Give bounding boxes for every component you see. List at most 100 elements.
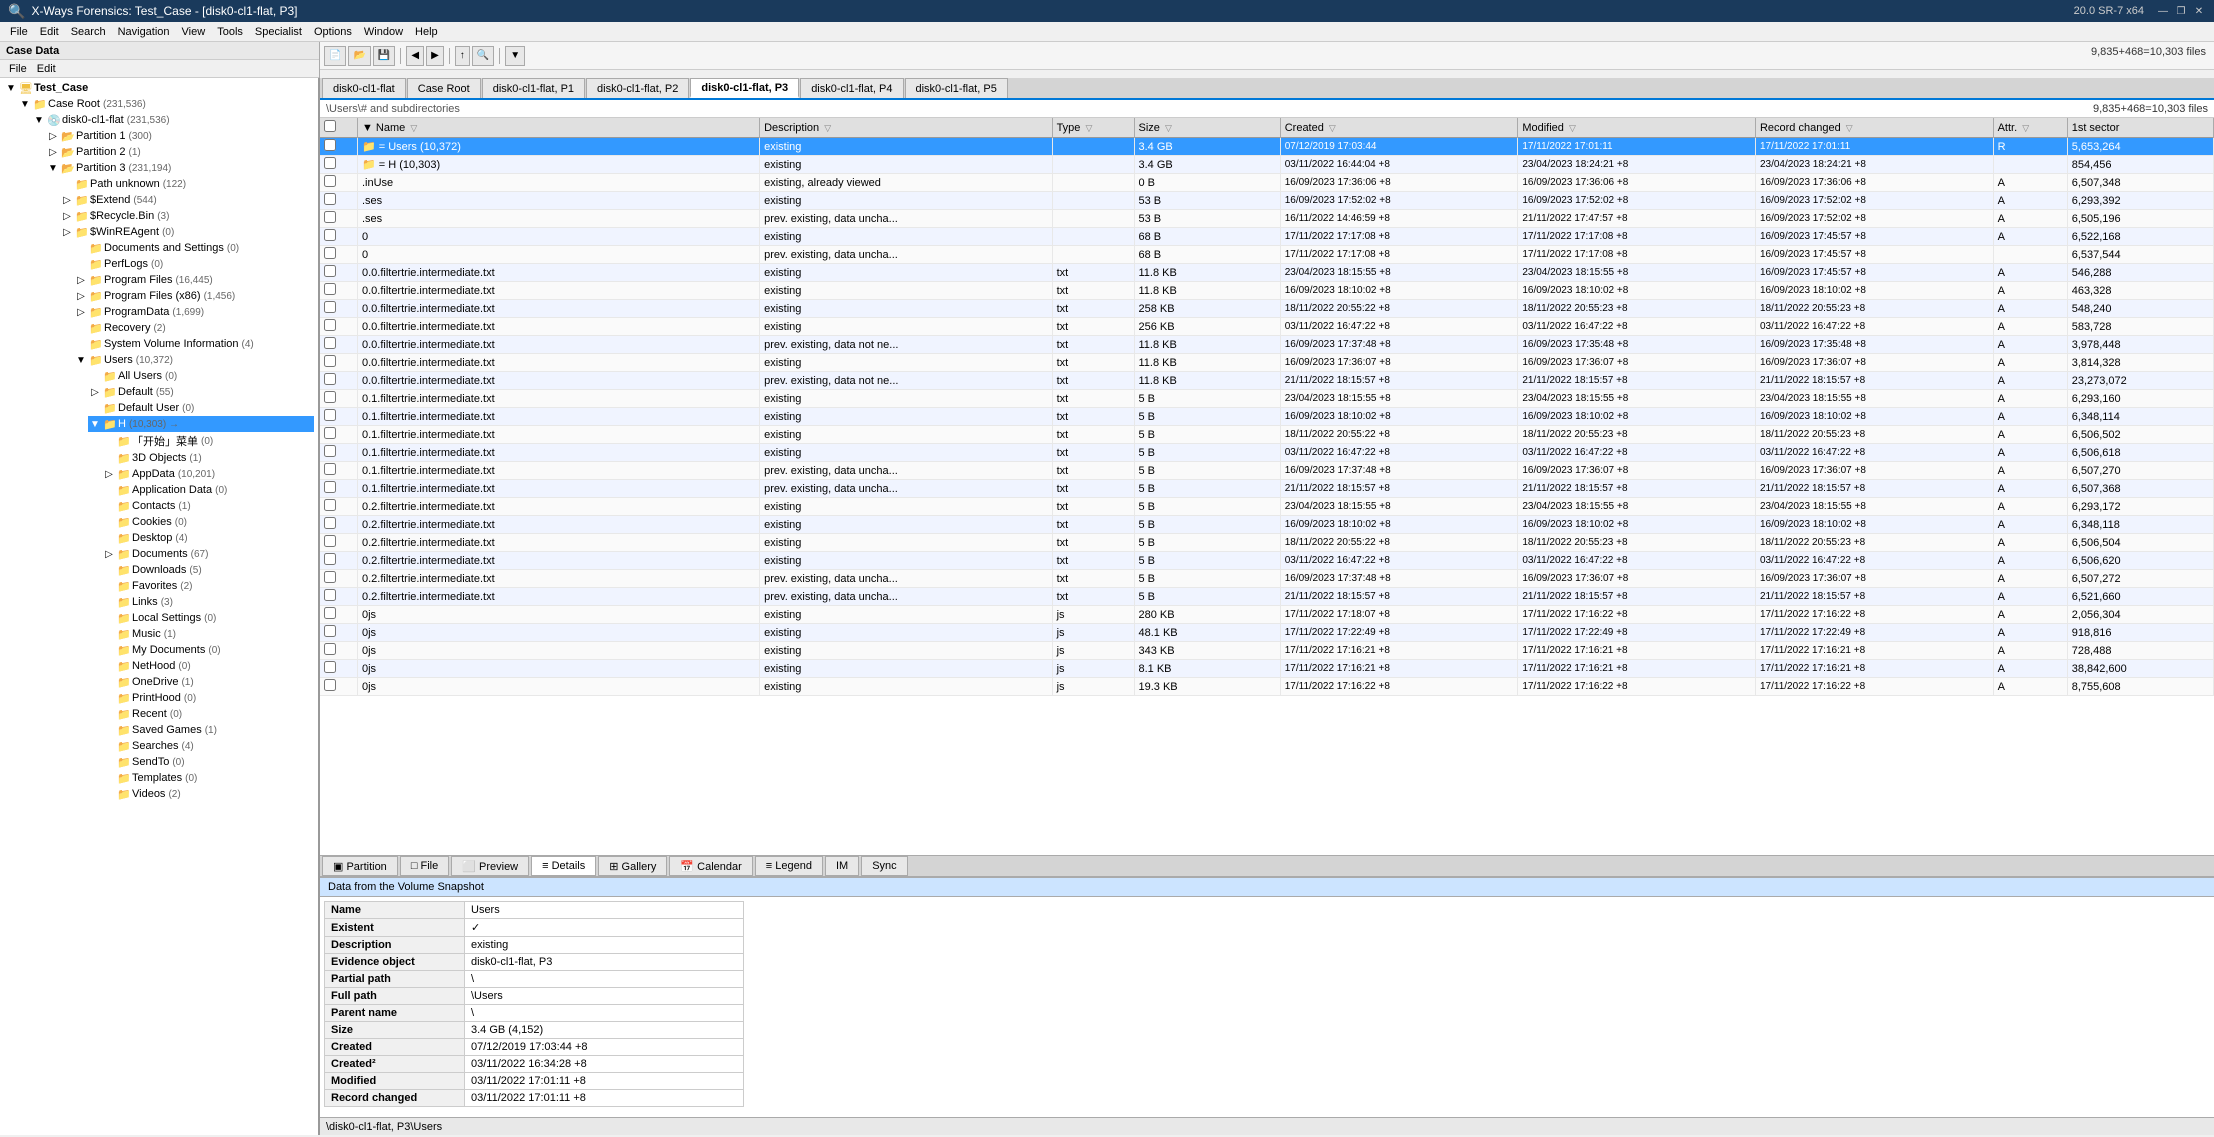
toolbar-save[interactable]: 💾 — [373, 46, 395, 66]
tree-toggle-p3[interactable]: ▼ — [46, 163, 60, 174]
col-attr[interactable]: Attr. ▽ — [1993, 118, 2067, 138]
row-check[interactable] — [320, 426, 357, 444]
tree-case-root[interactable]: ▼ 📁 Case Root (231,536) — [18, 96, 314, 112]
row-check[interactable] — [320, 606, 357, 624]
tree-saved-games[interactable]: 📁 Saved Games (1) — [102, 722, 314, 738]
table-row[interactable]: 0.0.filtertrie.intermediate.txt existing… — [320, 264, 2214, 282]
bottom-tab-details[interactable]: ≡ Details — [531, 856, 596, 876]
tree-recent[interactable]: 📁 Recent (0) — [102, 706, 314, 722]
row-check[interactable] — [320, 156, 357, 174]
menu-options[interactable]: Options — [308, 24, 358, 40]
row-check[interactable] — [320, 498, 357, 516]
row-check[interactable] — [320, 264, 357, 282]
sub-menu-file[interactable]: File — [4, 62, 32, 76]
row-check[interactable] — [320, 336, 357, 354]
window-controls[interactable]: — ❐ ✕ — [2156, 4, 2206, 18]
tree-default[interactable]: ▷ 📁 Default (55) — [88, 384, 314, 400]
tab-p4[interactable]: disk0-cl1-flat, P4 — [800, 78, 903, 98]
row-check[interactable] — [320, 624, 357, 642]
table-row[interactable]: 0.0.filtertrie.intermediate.txt existing… — [320, 318, 2214, 336]
tree-templates[interactable]: 📁 Templates (0) — [102, 770, 314, 786]
tree-toggle-default[interactable]: ▷ — [88, 387, 102, 398]
tree-default-user[interactable]: 📁 Default User (0) — [88, 400, 314, 416]
sub-menu-edit[interactable]: Edit — [32, 62, 61, 76]
menu-specialist[interactable]: Specialist — [249, 24, 308, 40]
tree-extend[interactable]: ▷ 📁 $Extend (544) — [60, 192, 314, 208]
tree-contacts[interactable]: 📁 Contacts (1) — [102, 498, 314, 514]
table-row[interactable]: 0.2.filtertrie.intermediate.txt existing… — [320, 498, 2214, 516]
file-list-area[interactable]: ▼ Name ▽ Description ▽ Type ▽ Size ▽ Cre… — [320, 118, 2214, 855]
toolbar-filter[interactable]: ▼ — [505, 46, 525, 66]
col-sector[interactable]: 1st sector — [2067, 118, 2213, 138]
bottom-tab-calendar[interactable]: 📅 Calendar — [669, 856, 752, 876]
col-check[interactable] — [320, 118, 357, 138]
tree-searches[interactable]: 📁 Searches (4) — [102, 738, 314, 754]
tree-programdata[interactable]: ▷ 📁 ProgramData (1,699) — [74, 304, 314, 320]
row-check[interactable] — [320, 642, 357, 660]
row-check[interactable] — [320, 552, 357, 570]
tree-users[interactable]: ▼ 📁 Users (10,372) — [74, 352, 314, 368]
row-check[interactable] — [320, 678, 357, 696]
tree-appdata[interactable]: ▷ 📁 AppData (10,201) — [102, 466, 314, 482]
table-row[interactable]: 0.2.filtertrie.intermediate.txt existing… — [320, 534, 2214, 552]
tree-desktop[interactable]: 📁 Desktop (4) — [102, 530, 314, 546]
tree-path-unknown[interactable]: 📁 Path unknown (122) — [60, 176, 314, 192]
tree-partition2[interactable]: ▷ 📂 Partition 2 (1) — [46, 144, 314, 160]
bottom-tab-legend[interactable]: ≡ Legend — [755, 856, 823, 876]
toolbar-new[interactable]: 📄 — [324, 46, 346, 66]
row-check[interactable] — [320, 390, 357, 408]
tree-partition1[interactable]: ▷ 📂 Partition 1 (300) — [46, 128, 314, 144]
tree-toggle-p2[interactable]: ▷ — [46, 147, 60, 158]
tab-p3[interactable]: disk0-cl1-flat, P3 — [690, 78, 799, 98]
row-check[interactable] — [320, 210, 357, 228]
table-row[interactable]: 0.1.filtertrie.intermediate.txt prev. ex… — [320, 462, 2214, 480]
row-check[interactable] — [320, 246, 357, 264]
tree-toggle-recycle[interactable]: ▷ — [60, 211, 74, 222]
tree-toggle-documents[interactable]: ▷ — [102, 549, 116, 560]
row-check[interactable] — [320, 318, 357, 336]
toolbar-open[interactable]: 📂 — [348, 46, 370, 66]
tree-program-files[interactable]: ▷ 📁 Program Files (16,445) — [74, 272, 314, 288]
toolbar-up[interactable]: ↑ — [455, 46, 470, 66]
tree-toggle-appdata[interactable]: ▷ — [102, 469, 116, 480]
tree-local-settings[interactable]: 📁 Local Settings (0) — [102, 610, 314, 626]
tree-winre[interactable]: ▷ 📁 $WinREAgent (0) — [60, 224, 314, 240]
table-row[interactable]: 0.2.filtertrie.intermediate.txt existing… — [320, 516, 2214, 534]
tree-start-menu[interactable]: 📁 「开始」菜单 (0) — [102, 432, 314, 450]
col-record-changed[interactable]: Record changed ▽ — [1755, 118, 1993, 138]
menu-file[interactable]: File — [4, 24, 34, 40]
row-check[interactable] — [320, 192, 357, 210]
row-check[interactable] — [320, 534, 357, 552]
menu-edit[interactable]: Edit — [34, 24, 65, 40]
toolbar-back[interactable]: ◀ — [406, 46, 424, 66]
table-row[interactable]: 0 prev. existing, data uncha... 68 B 17/… — [320, 246, 2214, 264]
tree-toggle-p1[interactable]: ▷ — [46, 131, 60, 142]
table-row[interactable]: 0.2.filtertrie.intermediate.txt existing… — [320, 552, 2214, 570]
row-check[interactable] — [320, 372, 357, 390]
tree-h-user[interactable]: ▼ 📁 H (10,303) → — [88, 416, 314, 432]
table-row[interactable]: 📁 = Users (10,372) existing 3.4 GB 07/12… — [320, 138, 2214, 156]
row-check[interactable] — [320, 138, 357, 156]
tree-disk[interactable]: ▼ 💿 disk0-cl1-flat (231,536) — [32, 112, 314, 128]
tree-app-data[interactable]: 📁 Application Data (0) — [102, 482, 314, 498]
row-check[interactable] — [320, 354, 357, 372]
bottom-tab-file[interactable]: □ File — [400, 856, 449, 876]
tree-my-docs[interactable]: 📁 My Documents (0) — [102, 642, 314, 658]
tree-3d-objects[interactable]: 📁 3D Objects (1) — [102, 450, 314, 466]
tree-sendto[interactable]: 📁 SendTo (0) — [102, 754, 314, 770]
row-check[interactable] — [320, 516, 357, 534]
col-desc[interactable]: Description ▽ — [760, 118, 1052, 138]
menu-help[interactable]: Help — [409, 24, 444, 40]
tree-svi[interactable]: 📁 System Volume Information (4) — [74, 336, 314, 352]
table-row[interactable]: 0.0.filtertrie.intermediate.txt existing… — [320, 300, 2214, 318]
row-check[interactable] — [320, 228, 357, 246]
row-check[interactable] — [320, 282, 357, 300]
tree-recycle[interactable]: ▷ 📁 $Recycle.Bin (3) — [60, 208, 314, 224]
row-check[interactable] — [320, 588, 357, 606]
tree-videos[interactable]: 📁 Videos (2) — [102, 786, 314, 802]
toolbar-search[interactable]: 🔍 — [472, 46, 494, 66]
menu-tools[interactable]: Tools — [211, 24, 249, 40]
tree-all-users[interactable]: 📁 All Users (0) — [88, 368, 314, 384]
tree-links[interactable]: 📁 Links (3) — [102, 594, 314, 610]
tab-case-root[interactable]: Case Root — [407, 78, 481, 98]
